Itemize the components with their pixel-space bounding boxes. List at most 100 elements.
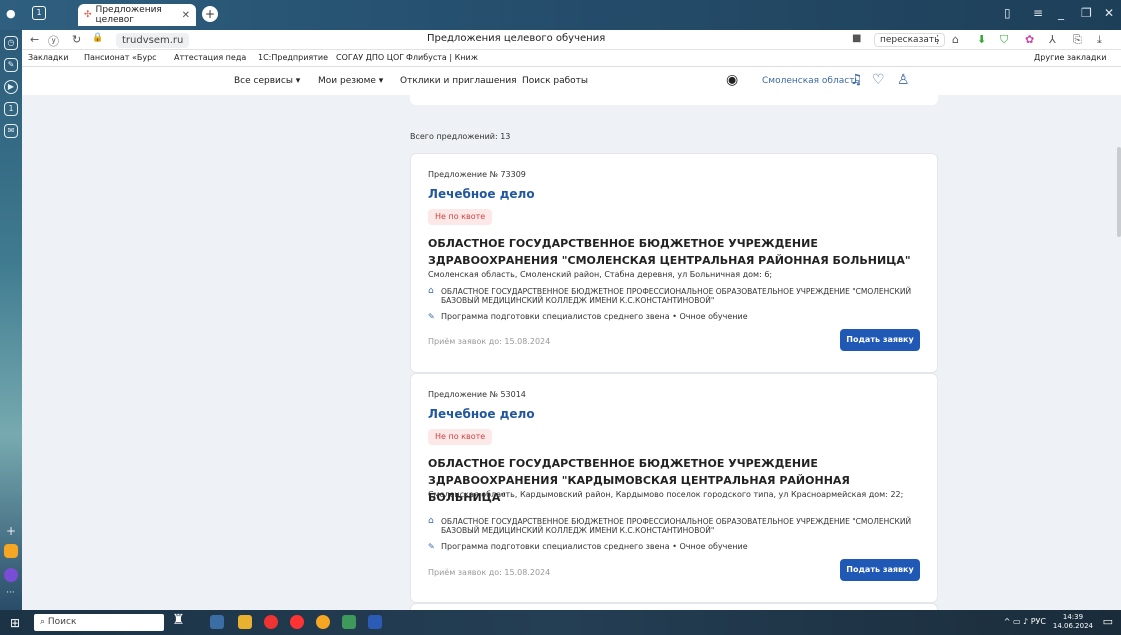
- favicon-icon: ✣: [84, 10, 92, 20]
- bookmark-item[interactable]: СОГАУ ДПО ЦОГ: [336, 53, 404, 62]
- apply-button[interactable]: Подать заявку: [840, 329, 920, 351]
- shield-icon[interactable]: ⛉: [1000, 33, 1008, 47]
- college-line: ⌂ ОБЛАСТНОЕ ГОСУДАРСТВЕННОЕ БЮДЖЕТНОЕ ПРО…: [428, 287, 928, 306]
- scrollbar[interactable]: [1117, 147, 1121, 237]
- puzzle-icon[interactable]: ✿: [1025, 33, 1034, 46]
- offer-specialty[interactable]: Лечебное дело: [428, 407, 535, 421]
- bookmark-item[interactable]: Флибуста | Книж: [406, 53, 478, 62]
- browser-titlebar: ● 1 ✣ Предложения целевог ✕ + ▯ ≡ _ ❐ ✕: [0, 0, 1121, 30]
- bookmark-panel-icon[interactable]: ▯: [1004, 6, 1011, 20]
- language-indicator[interactable]: РУС: [1031, 617, 1046, 626]
- bookmark-item[interactable]: 1С:Предприятие: [258, 53, 328, 62]
- explorer-icon[interactable]: [238, 615, 252, 629]
- menu-all-services[interactable]: Все сервисы ▾: [234, 76, 300, 86]
- notifications-icon[interactable]: ▭: [1103, 615, 1113, 628]
- page-content: Все сервисы ▾ Мои резюме ▾ Отклики и при…: [22, 67, 1121, 610]
- browser-sidebar: ◷ ✎ ▶ 1 ✉ + ···: [0, 30, 22, 610]
- history-icon[interactable]: ◷: [4, 36, 18, 50]
- search-label: Поиск: [47, 617, 77, 627]
- college-name: ОБЛАСТНОЕ ГОСУДАРСТВЕННОЕ БЮДЖЕТНОЕ ПРОФ…: [441, 517, 912, 535]
- lock-icon: 🔒: [92, 33, 104, 43]
- add-panel-icon[interactable]: +: [6, 524, 16, 538]
- menu-responses[interactable]: Отклики и приглашения: [400, 76, 517, 86]
- deadline: Приём заявок до: 15.08.2024: [428, 337, 551, 346]
- url-field[interactable]: trudvsem.ru: [116, 33, 190, 48]
- offer-number: Предложение № 73309: [428, 170, 526, 179]
- other-bookmarks[interactable]: Другие закладки: [1034, 53, 1107, 62]
- quota-badge: Не по квоте: [428, 429, 493, 445]
- word-icon[interactable]: [368, 615, 382, 629]
- profile-icon[interactable]: ♙: [897, 72, 910, 88]
- tabs-counter-icon[interactable]: 1: [32, 6, 46, 20]
- reload-icon[interactable]: ↻: [72, 33, 81, 46]
- bookmarks-bar: Закладки Пансионат «Бурс Аттестация педа…: [22, 50, 1121, 67]
- heart-icon[interactable]: ♡: [872, 72, 885, 88]
- filter-card: [410, 95, 938, 105]
- taskbar: ⊞ ⌕ Поиск ♜ ^ ▭ ♪ РУС 14:39 14.06.2024 ▭: [0, 610, 1121, 635]
- app-orange-icon[interactable]: [4, 544, 18, 558]
- region-selector[interactable]: Смоленская область: [762, 76, 860, 86]
- taskbar-search[interactable]: ⌕ Поиск: [34, 614, 164, 631]
- restore-icon[interactable]: ❐: [1081, 6, 1092, 20]
- offer-card: [410, 603, 938, 610]
- offer-card: Предложение № 53014 Лечебное дело Не по …: [410, 373, 938, 603]
- college-line: ⌂ ОБЛАСТНОЕ ГОСУДАРСТВЕННОЕ БЮДЖЕТНОЕ ПРО…: [428, 516, 928, 536]
- page-title: Предложения целевого обучения: [427, 33, 606, 44]
- start-icon[interactable]: ⊞: [10, 616, 20, 630]
- employer-address: Смоленская область, Кардымовский район, …: [428, 490, 904, 499]
- one-icon[interactable]: 1: [4, 102, 18, 116]
- close-window-icon[interactable]: ✕: [1104, 6, 1114, 20]
- clock-date: 14.06.2024: [1052, 622, 1093, 630]
- collections-icon[interactable]: ⎘: [1073, 33, 1082, 47]
- program-line: ✎ Программа подготовки специалистов средн…: [428, 542, 748, 551]
- opera-icon[interactable]: [264, 615, 278, 629]
- tray-icons[interactable]: ^ ▭ ♪ РУС: [1004, 617, 1046, 626]
- menu-job-search[interactable]: Поиск работы: [522, 76, 588, 86]
- profile-icon[interactable]: ●: [6, 7, 16, 21]
- eye-icon[interactable]: ◉: [726, 72, 738, 88]
- tab-active[interactable]: ✣ Предложения целевог ✕: [78, 4, 196, 26]
- employer-name: ОБЛАСТНОЕ ГОСУДАРСТВЕННОЕ БЮДЖЕТНОЕ УЧРЕ…: [428, 237, 911, 267]
- bell-icon[interactable]: ♫: [850, 72, 863, 88]
- back-icon[interactable]: ←: [30, 33, 39, 46]
- bookmark-icon[interactable]: ■: [852, 33, 861, 44]
- close-tab-icon[interactable]: ✕: [182, 10, 190, 21]
- messenger-icon[interactable]: ✉: [4, 124, 18, 138]
- bookmark-item[interactable]: Пансионат «Бурс: [84, 53, 157, 62]
- offer-specialty[interactable]: Лечебное дело: [428, 187, 535, 201]
- alice-icon[interactable]: [4, 568, 18, 582]
- college-name: ОБЛАСТНОЕ ГОСУДАРСТВЕННОЕ БЮДЖЕТНОЕ ПРОФ…: [441, 287, 912, 305]
- address-bar: ← ⓨ ↻ 🔒 trudvsem.ru Предложения целевого…: [22, 30, 1121, 50]
- more-icon[interactable]: ···: [6, 588, 15, 598]
- menu-icon[interactable]: ≡: [1033, 6, 1043, 20]
- deadline: Приём заявок до: 15.08.2024: [428, 568, 551, 577]
- program-text: Программа подготовки специалистов средне…: [441, 542, 748, 551]
- tab-title: Предложения целевог: [95, 5, 162, 25]
- calculator-icon[interactable]: [342, 615, 356, 629]
- site-header: Все сервисы ▾ Мои резюме ▾ Отклики и при…: [22, 67, 1121, 95]
- notes-icon[interactable]: ✎: [4, 58, 18, 72]
- downloads-icon[interactable]: ⤓: [1097, 33, 1102, 47]
- new-tab-button[interactable]: +: [202, 6, 218, 22]
- more-icon[interactable]: ⋮: [932, 33, 943, 46]
- apply-button[interactable]: Подать заявку: [840, 559, 920, 581]
- yandex-browser-icon[interactable]: [290, 615, 304, 629]
- offer-number: Предложение № 53014: [428, 390, 526, 399]
- clock[interactable]: 14:39 14.06.2024: [1053, 613, 1093, 631]
- taskview-icon[interactable]: [210, 615, 224, 629]
- play-icon[interactable]: ▶: [4, 80, 18, 94]
- yandex-app-icon[interactable]: [316, 615, 330, 629]
- bookmark-item[interactable]: Закладки: [28, 53, 68, 62]
- minimize-icon[interactable]: _: [1058, 6, 1064, 20]
- menu-my-resumes[interactable]: Мои резюме ▾: [318, 76, 383, 86]
- clock-time: 14:39: [1062, 613, 1084, 621]
- reader-icon[interactable]: ⅄: [1049, 33, 1056, 46]
- extensions-icon[interactable]: ⌂: [952, 33, 959, 46]
- yandex-icon[interactable]: ⓨ: [48, 33, 59, 49]
- institution-icon: ⌂: [428, 516, 434, 526]
- download-ext-icon[interactable]: ⬇: [977, 33, 986, 46]
- translate-label: пересказать: [880, 35, 940, 45]
- total-count: Всего предложений: 13: [410, 132, 511, 141]
- quota-badge: Не по квоте: [428, 209, 493, 225]
- bookmark-item[interactable]: Аттестация педа: [174, 53, 246, 62]
